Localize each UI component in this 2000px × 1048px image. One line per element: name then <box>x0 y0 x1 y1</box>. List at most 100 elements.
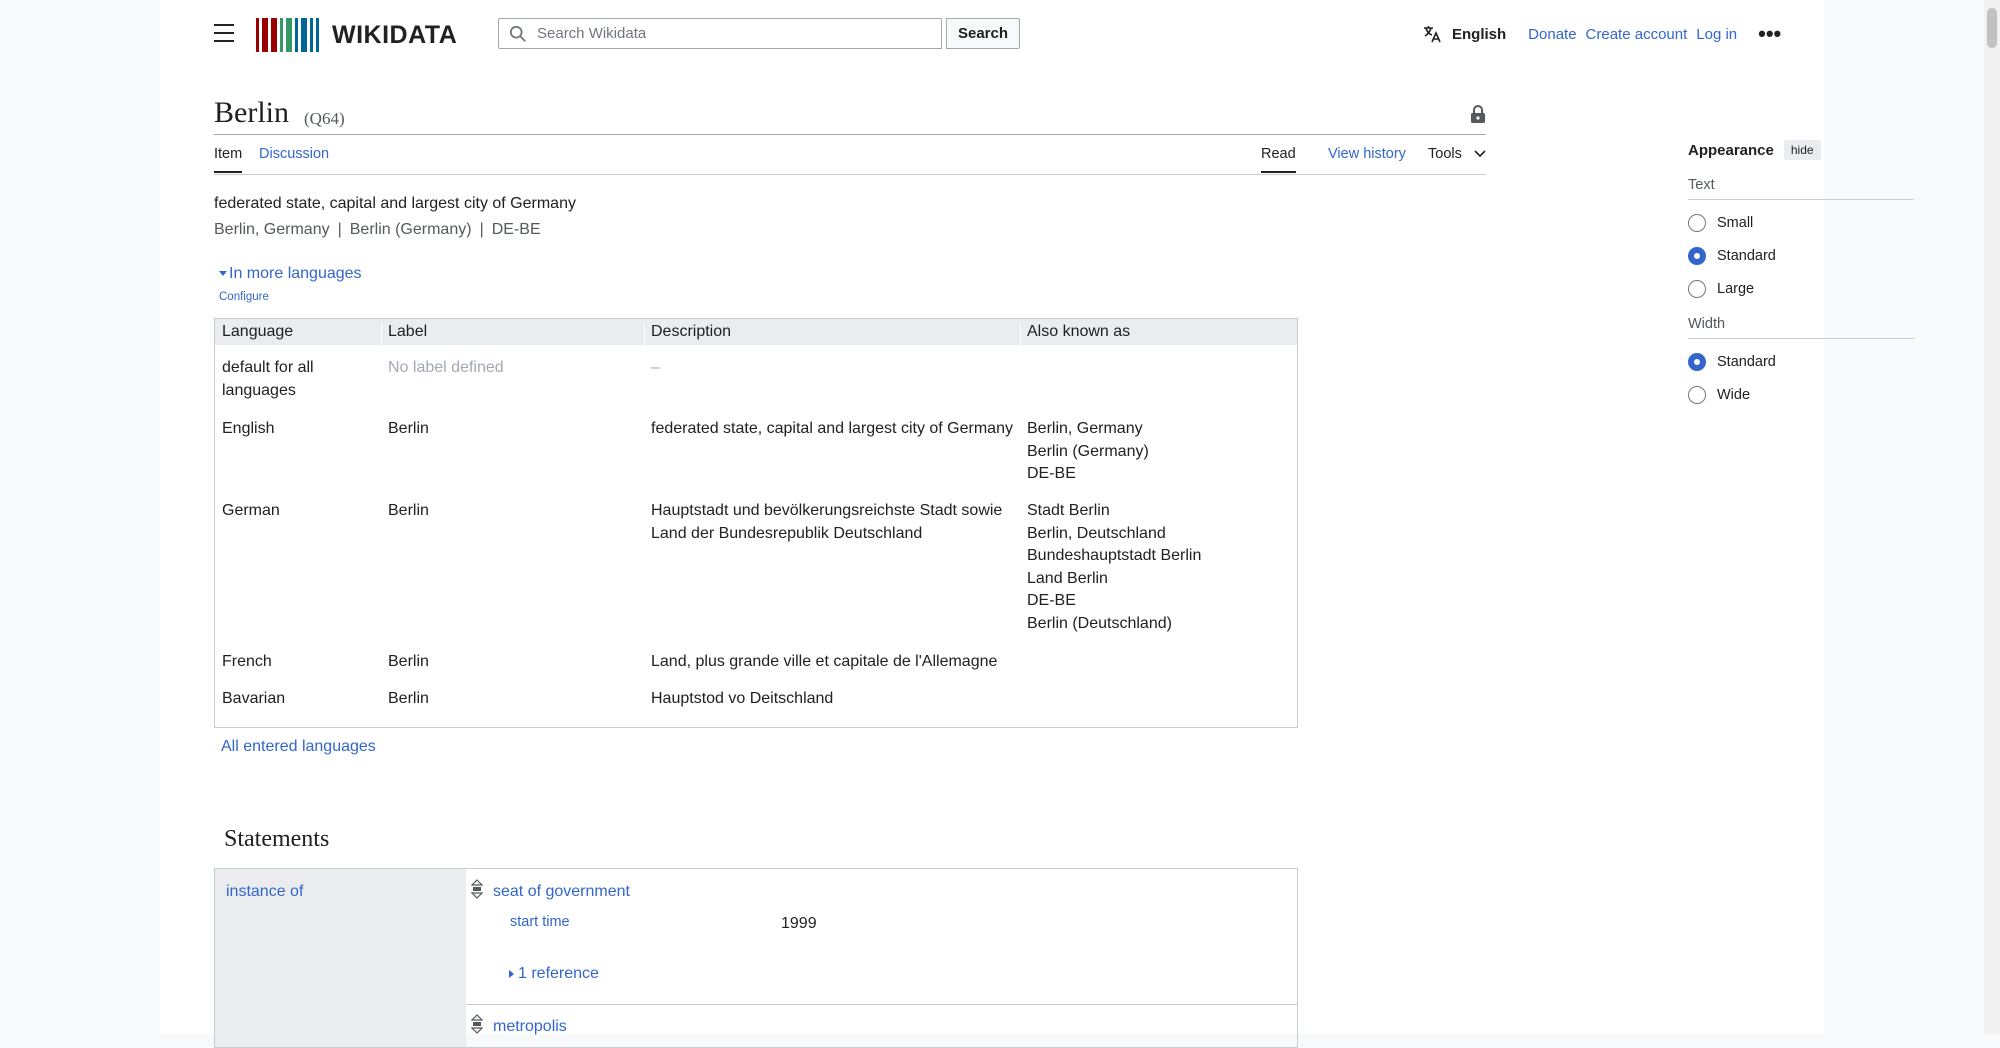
alias: Berlin, Deutschland <box>1027 524 1166 542</box>
qualifier-value: 1999 <box>781 915 817 932</box>
create-account-link[interactable]: Create account <box>1586 26 1688 43</box>
page-title: Berlin <box>214 96 289 129</box>
rank-icon[interactable] <box>471 1014 483 1034</box>
row-description: Hauptstod vo Deitschland <box>651 690 834 707</box>
radio-label: Standard <box>1717 248 1776 264</box>
search-box[interactable] <box>498 18 942 49</box>
references-toggle[interactable]: 1 reference <box>509 965 599 983</box>
width-wide[interactable]: Wide <box>1688 385 1914 405</box>
more-options-icon[interactable]: ••• <box>1758 23 1781 45</box>
hide-button[interactable]: hide <box>1783 140 1821 160</box>
alias: Berlin (Germany) <box>1027 442 1149 460</box>
row-aliases: Berlin, Germany Berlin (Germany) DE-BE <box>1027 418 1287 486</box>
barcode-logo-icon <box>256 18 322 52</box>
alias: DE-BE <box>1027 592 1076 609</box>
donate-link[interactable]: Donate <box>1528 26 1576 43</box>
menu-icon[interactable] <box>214 24 234 42</box>
scrollbar[interactable] <box>1984 0 2000 1034</box>
radio-button[interactable] <box>1688 214 1706 232</box>
chevron-down-icon <box>1474 150 1486 158</box>
row-label: No label defined <box>388 359 504 376</box>
text-size-small[interactable]: Small <box>1688 213 1914 233</box>
alias: DE-BE <box>1027 465 1076 482</box>
width-standard[interactable]: Standard <box>1688 352 1914 372</box>
radio-button[interactable] <box>1688 353 1706 371</box>
tools-label: Tools <box>1428 146 1462 162</box>
item-id: (Q64) <box>304 109 345 128</box>
search-button[interactable]: Search <box>946 18 1020 49</box>
title-row: Berlin (Q64) <box>214 92 1486 135</box>
row-label: Berlin <box>388 690 429 707</box>
lock-icon[interactable] <box>1470 104 1486 124</box>
statements-heading: Statements <box>224 826 330 852</box>
languages-table: Language Label Description Also known as… <box>214 318 1298 728</box>
alias: Land Berlin <box>1027 569 1108 587</box>
text-size-large[interactable]: Large <box>1688 279 1914 299</box>
alias: Berlin, Germany <box>214 221 330 238</box>
row-language: default for all languages <box>222 359 314 399</box>
alias: Berlin (Germany) <box>349 221 472 238</box>
text-size-standard[interactable]: Standard <box>1688 246 1914 266</box>
property-column: instance of <box>215 869 466 1047</box>
text-size-heading: Text <box>1688 177 1914 200</box>
statement-divider <box>466 1004 1297 1005</box>
search-icon <box>509 25 526 42</box>
row-description: – <box>651 359 660 376</box>
language-selector[interactable]: English <box>1422 24 1506 44</box>
more-languages-toggle[interactable]: In more languages <box>219 265 362 283</box>
tab-tools[interactable]: Tools <box>1428 146 1486 171</box>
row-label: Berlin <box>388 653 429 670</box>
row-language: German <box>222 502 280 519</box>
column-header-language: Language <box>222 323 294 340</box>
scrollbar-thumb[interactable] <box>1987 8 1997 48</box>
column-header-aliases: Also known as <box>1027 323 1131 340</box>
caret-down-icon <box>219 270 227 276</box>
alias: DE-BE <box>491 221 541 238</box>
property-link[interactable]: instance of <box>226 883 303 901</box>
language-label: English <box>1452 25 1507 43</box>
radio-label: Standard <box>1717 354 1776 370</box>
radio-button[interactable] <box>1688 386 1706 404</box>
more-languages-label: In more languages <box>229 265 362 282</box>
alias: Stadt Berlin <box>1027 502 1110 519</box>
tab-discussion[interactable]: Discussion <box>259 146 329 171</box>
alias-separator: | <box>337 221 342 238</box>
row-label: Berlin <box>388 420 429 437</box>
column-header-description: Description <box>651 323 732 340</box>
personal-tools: English Donate Create account Log in ••• <box>1422 22 1781 46</box>
statement-group: instance of seat of government start tim… <box>214 868 1298 1048</box>
rank-icon[interactable] <box>471 879 483 899</box>
width-heading: Width <box>1688 316 1914 339</box>
alias: Berlin, Germany <box>1027 420 1143 437</box>
all-entered-languages-link[interactable]: All entered languages <box>221 738 376 756</box>
tab-view-history[interactable]: View history <box>1328 146 1406 171</box>
search-input[interactable] <box>535 24 941 43</box>
row-label: Berlin <box>388 502 429 519</box>
item-description: federated state, capital and largest cit… <box>214 195 576 212</box>
tab-read[interactable]: Read <box>1261 146 1296 173</box>
row-language: French <box>222 653 272 670</box>
alias-separator: | <box>479 221 484 238</box>
page-tabs: Item Discussion Read View history Tools <box>214 136 1486 175</box>
qualifier-property-link[interactable]: start time <box>510 914 570 930</box>
alias: Bundeshauptstadt Berlin <box>1027 547 1202 564</box>
row-description: Land, plus grande ville et capitale de l… <box>651 653 998 670</box>
configure-link[interactable]: Configure <box>219 291 269 303</box>
appearance-title: Appearance <box>1688 141 1774 159</box>
wikidata-logo[interactable]: WIKIDATA <box>256 18 457 52</box>
row-description: Hauptstadt und bevölkerungsreichste Stad… <box>651 502 1003 542</box>
radio-label: Large <box>1717 281 1755 297</box>
statement-value-link[interactable]: seat of government <box>493 883 630 901</box>
statement-value-link[interactable]: metropolis <box>493 1018 567 1036</box>
page: WIKIDATA Search English Donate Create ac… <box>160 0 1914 1048</box>
radio-label: Small <box>1717 215 1754 231</box>
tab-item[interactable]: Item <box>214 146 243 173</box>
logo-text: WIKIDATA <box>332 20 458 49</box>
radio-button[interactable] <box>1688 247 1706 265</box>
radio-button[interactable] <box>1688 280 1706 298</box>
alias: Berlin (Deutschland) <box>1027 614 1172 632</box>
appearance-panel: Appearance hide Text Small Standard Larg… <box>1688 140 1914 405</box>
appearance-header: Appearance hide <box>1688 140 1914 160</box>
log-in-link[interactable]: Log in <box>1696 26 1737 43</box>
row-description: federated state, capital and largest cit… <box>651 420 1013 437</box>
